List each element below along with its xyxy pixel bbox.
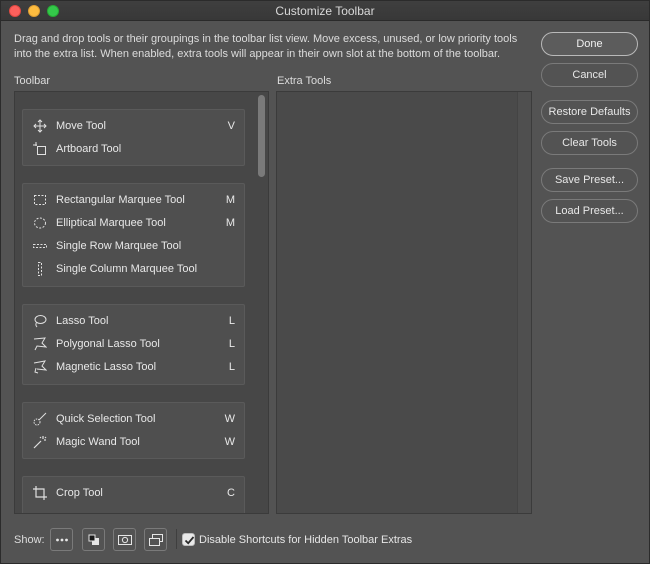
tool-item-move[interactable]: Move Tool V xyxy=(23,115,244,138)
tool-shortcut: M xyxy=(225,217,235,229)
tool-name: Lasso Tool xyxy=(56,315,109,327)
show-more-toggle[interactable] xyxy=(50,528,73,551)
show-label: Show: xyxy=(14,534,45,546)
tool-name: Artboard Tool xyxy=(56,143,122,155)
save-preset-button[interactable]: Save Preset... xyxy=(541,168,638,192)
load-preset-button[interactable]: Load Preset... xyxy=(541,199,638,223)
tool-item-single-column-marquee[interactable]: Single Column Marquee Tool xyxy=(23,258,244,281)
row-marquee-icon xyxy=(33,239,47,253)
tool-item-lasso[interactable]: Lasso Tool L xyxy=(23,310,244,333)
magnetic-lasso-icon xyxy=(33,360,48,374)
tool-item-quick-selection[interactable]: Quick Selection Tool W xyxy=(23,408,244,431)
tool-name: Crop Tool xyxy=(56,487,103,499)
tool-name: Magic Wand Tool xyxy=(56,436,140,448)
toolbar-list-scrollbar[interactable] xyxy=(258,95,265,177)
tool-item-artboard[interactable]: Artboard Tool xyxy=(23,138,244,161)
tool-group-selection[interactable]: Quick Selection Tool W Magic Wand Tool W xyxy=(22,402,245,459)
tool-item-magnetic-lasso[interactable]: Magnetic Lasso Tool L xyxy=(23,356,244,379)
extra-tools-scrollbar[interactable] xyxy=(517,92,531,513)
bottom-divider xyxy=(176,529,177,549)
quick-selection-icon xyxy=(33,412,47,426)
tool-shortcut: M xyxy=(225,194,235,206)
instructions-text: Drag and drop tools or their groupings i… xyxy=(14,33,518,60)
tool-shortcut: L xyxy=(228,315,235,327)
move-icon xyxy=(33,119,47,133)
show-foreground-background-toggle[interactable] xyxy=(82,528,105,551)
customize-toolbar-dialog: Customize Toolbar Drag and drop tools or… xyxy=(0,0,650,564)
clear-tools-button[interactable]: Clear Tools xyxy=(541,131,638,155)
tool-name: Quick Selection Tool xyxy=(56,413,156,425)
tool-item-magic-wand[interactable]: Magic Wand Tool W xyxy=(23,431,244,454)
tool-name: Single Row Marquee Tool xyxy=(56,240,182,252)
tool-shortcut: W xyxy=(224,413,235,425)
tool-name: Polygonal Lasso Tool xyxy=(56,338,160,350)
tool-name: Magnetic Lasso Tool xyxy=(56,361,157,373)
tool-shortcut: W xyxy=(224,436,235,448)
tool-group-lasso[interactable]: Lasso Tool L Polygonal Lasso Tool L Magn… xyxy=(22,304,245,385)
tool-name: Single Column Marquee Tool xyxy=(56,263,198,275)
tool-name: Rectangular Marquee Tool xyxy=(56,194,185,206)
column-marquee-icon xyxy=(33,262,47,276)
tool-shortcut: C xyxy=(227,487,235,499)
toolbar-list[interactable]: Move Tool V Artboard Tool Rectangular Ma… xyxy=(14,91,269,514)
disable-shortcuts-label[interactable]: Disable Shortcuts for Hidden Toolbar Ext… xyxy=(199,534,412,546)
tool-group-move[interactable]: Move Tool V Artboard Tool xyxy=(22,109,245,166)
tool-shortcut: L xyxy=(228,361,235,373)
rect-marquee-icon xyxy=(33,193,47,207)
window-title: Customize Toolbar xyxy=(275,4,375,18)
polygonal-lasso-icon xyxy=(33,337,48,351)
tool-shortcut: L xyxy=(228,338,235,350)
disable-shortcuts-checkbox[interactable] xyxy=(182,533,195,546)
extra-tools-section-label: Extra Tools xyxy=(277,75,332,87)
tool-group-marquee[interactable]: Rectangular Marquee Tool M Elliptical Ma… xyxy=(22,183,245,287)
ellipse-marquee-icon xyxy=(33,216,47,230)
checkmark-icon xyxy=(184,536,195,545)
show-screen-mode-toggle[interactable] xyxy=(144,528,167,551)
toolbar-section-label: Toolbar xyxy=(14,75,51,87)
show-quick-mask-toggle[interactable] xyxy=(113,528,136,551)
extra-tools-list[interactable] xyxy=(276,91,532,514)
tool-group-crop[interactable]: Crop Tool C xyxy=(22,476,245,513)
done-button[interactable]: Done xyxy=(541,32,638,56)
crop-icon xyxy=(33,486,47,500)
tool-name: Elliptical Marquee Tool xyxy=(56,217,166,229)
restore-defaults-button[interactable]: Restore Defaults xyxy=(541,100,638,124)
tool-item-rectangular-marquee[interactable]: Rectangular Marquee Tool M xyxy=(23,189,244,212)
artboard-icon xyxy=(33,142,47,156)
tool-item-polygonal-lasso[interactable]: Polygonal Lasso Tool L xyxy=(23,333,244,356)
magic-wand-icon xyxy=(33,435,47,449)
cancel-button[interactable]: Cancel xyxy=(541,63,638,87)
lasso-icon xyxy=(33,314,47,328)
tool-item-single-row-marquee[interactable]: Single Row Marquee Tool xyxy=(23,235,244,258)
tool-item-elliptical-marquee[interactable]: Elliptical Marquee Tool M xyxy=(23,212,244,235)
tool-shortcut: V xyxy=(227,120,235,132)
tool-item-crop[interactable]: Crop Tool C xyxy=(23,482,244,505)
title-bar: Customize Toolbar xyxy=(1,1,649,21)
tool-name: Move Tool xyxy=(56,120,106,132)
